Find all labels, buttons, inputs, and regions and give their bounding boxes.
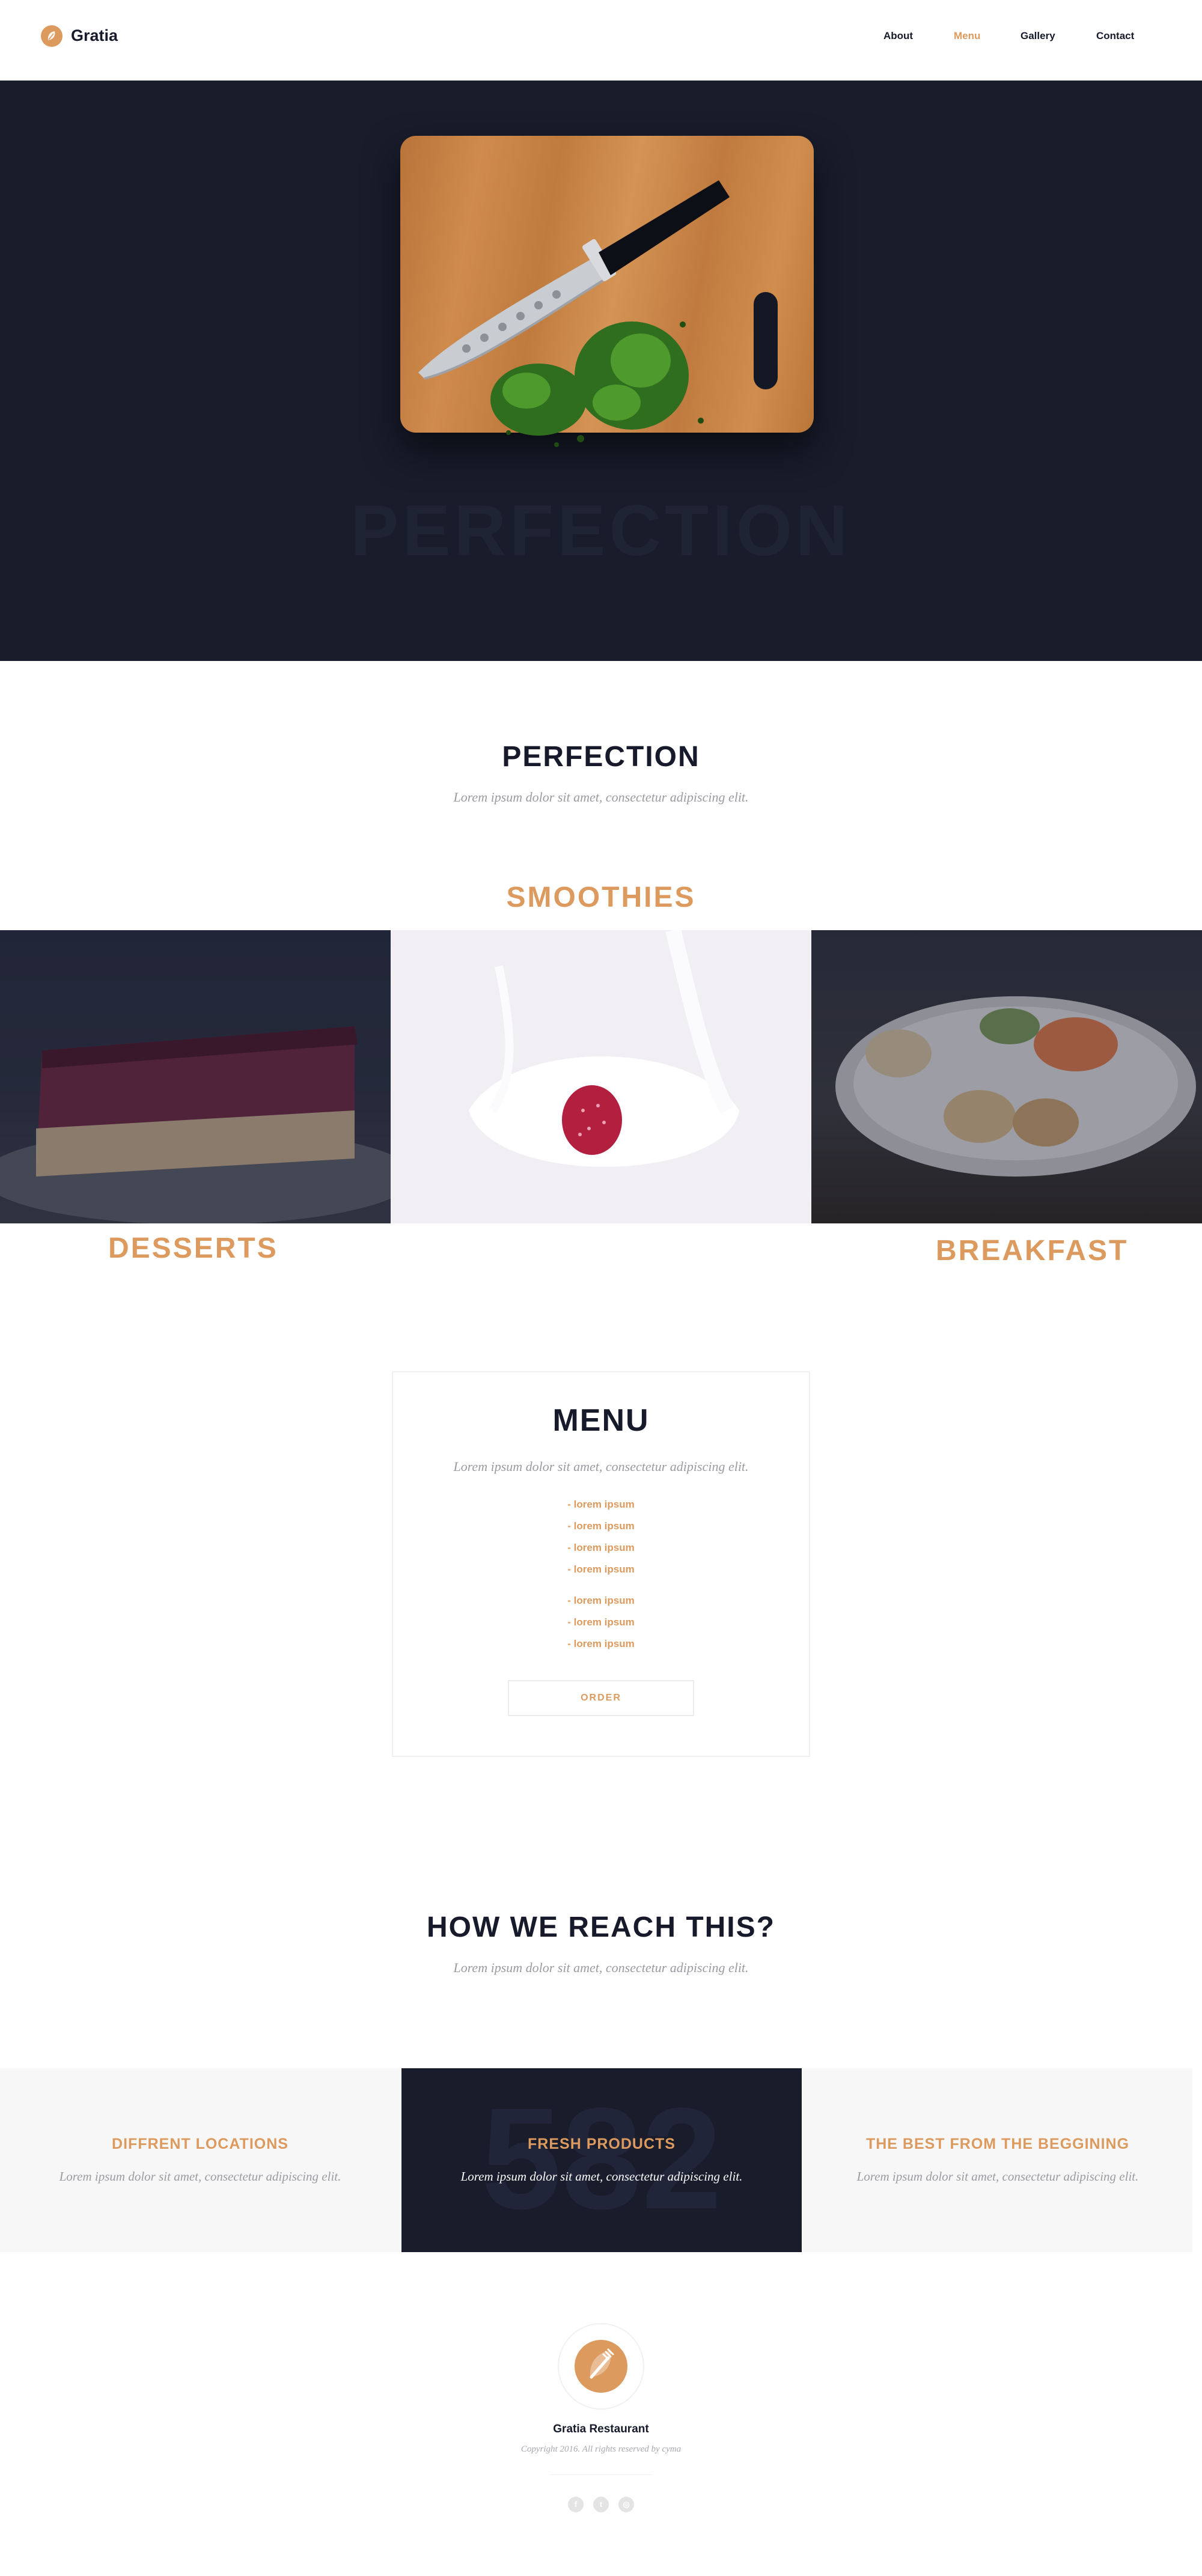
fork-leaf-icon[interactable]	[575, 2340, 627, 2393]
footer-divider	[551, 2474, 651, 2475]
menu-item[interactable]: - lorem ipsum	[392, 1499, 810, 1511]
nav-gallery[interactable]: Gallery	[1020, 30, 1055, 42]
menu-item[interactable]: - lorem ipsum	[392, 1638, 810, 1650]
menu-item[interactable]: - lorem ipsum	[392, 1616, 810, 1628]
feature-fresh-products: 582 FRESH PRODUCTS Lorem ipsum dolor sit…	[401, 2068, 802, 2252]
facebook-icon[interactable]: f	[568, 2497, 584, 2512]
feature-text: Lorem ipsum dolor sit amet, consectetur …	[59, 2169, 341, 2184]
reach-title: HOW WE REACH THIS?	[427, 1911, 775, 1943]
menu-title: MENU	[552, 1403, 650, 1438]
brand-name[interactable]: Gratia	[71, 26, 118, 45]
nav-about[interactable]: About	[883, 30, 913, 42]
site-header: Gratia About Menu Gallery Contact	[0, 0, 1202, 81]
menu-item[interactable]: - lorem ipsum	[392, 1520, 810, 1532]
menu-item[interactable]: - lorem ipsum	[392, 1564, 810, 1576]
feature-locations: DIFFRENT LOCATIONS Lorem ipsum dolor sit…	[0, 2068, 400, 2252]
reach-subtitle: Lorem ipsum dolor sit amet, consectetur …	[453, 1960, 749, 1975]
twitter-icon[interactable]: t	[593, 2497, 609, 2512]
footer-copyright: Copyright 2016. All rights reserved by c…	[520, 2444, 682, 2454]
instagram-icon[interactable]: ◎	[618, 2497, 634, 2512]
perfection-title: PERFECTION	[502, 741, 700, 773]
category-smoothies[interactable]: SMOOTHIES	[0, 881, 1202, 914]
feature-text: Lorem ipsum dolor sit amet, consectetur …	[460, 2169, 743, 2184]
category-breakfast[interactable]: BREAKFAST	[936, 1234, 1128, 1267]
photo-breakfast[interactable]	[811, 930, 1202, 1223]
menu-subtitle: Lorem ipsum dolor sit amet, consectetur …	[453, 1459, 749, 1474]
footer-name: Gratia Restaurant	[553, 2423, 649, 2435]
feature-watermark: 582	[481, 2078, 722, 2239]
feature-title: FRESH PRODUCTS	[528, 2136, 676, 2152]
feature-best: THE BEST FROM THE BEGGINING Lorem ipsum …	[803, 2068, 1192, 2252]
category-desserts[interactable]: DESSERTS	[108, 1232, 278, 1265]
perfection-subtitle: Lorem ipsum dolor sit amet, consectetur …	[453, 790, 749, 805]
nav-menu[interactable]: Menu	[954, 30, 980, 42]
feature-text: Lorem ipsum dolor sit amet, consectetur …	[856, 2169, 1139, 2184]
menu-item[interactable]: - lorem ipsum	[392, 1595, 810, 1607]
logo-icon[interactable]	[41, 25, 63, 47]
nav-contact[interactable]: Contact	[1096, 30, 1134, 42]
photo-desserts[interactable]	[0, 930, 391, 1223]
knife-and-herbs-image	[418, 180, 730, 447]
order-button[interactable]: ORDER	[508, 1680, 694, 1716]
feature-title: THE BEST FROM THE BEGGINING	[865, 2136, 1130, 2152]
photo-smoothies[interactable]	[391, 930, 811, 1223]
feature-title: DIFFRENT LOCATIONS	[112, 2136, 288, 2152]
menu-item[interactable]: - lorem ipsum	[392, 1542, 810, 1554]
